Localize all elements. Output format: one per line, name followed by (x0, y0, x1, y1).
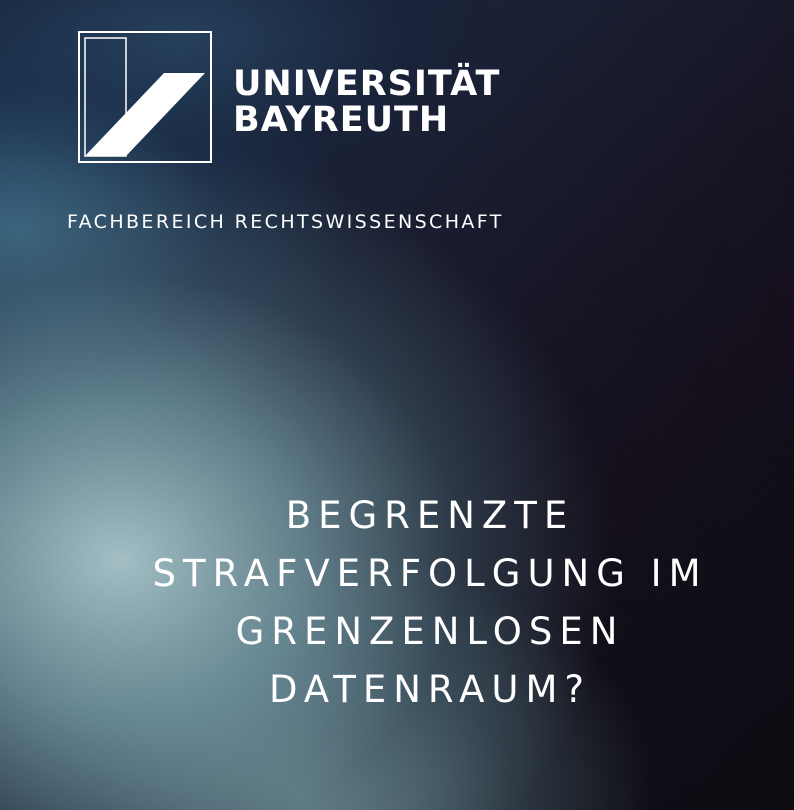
title-line: STRAFVERFOLGUNG IM (152, 552, 708, 595)
department-label: FACHBEREICH RECHTSWISSENSCHAFT (67, 211, 504, 233)
title-line: GRENZENLOSEN (235, 610, 625, 653)
title-line: DATENRAUM? (268, 668, 592, 711)
title-line: BEGRENZTE (285, 494, 575, 537)
wordmark-line-1: UNIVERSITÄT (233, 64, 501, 104)
university-wordmark: UNIVERSITÄT BAYREUTH (233, 66, 500, 138)
wordmark-line-2: BAYREUTH (233, 100, 450, 140)
university-bayreuth-logo-icon (78, 31, 212, 163)
page-title: BEGRENZTE STRAFVERFOLGUNG IM GRENZENLOSE… (110, 487, 750, 719)
